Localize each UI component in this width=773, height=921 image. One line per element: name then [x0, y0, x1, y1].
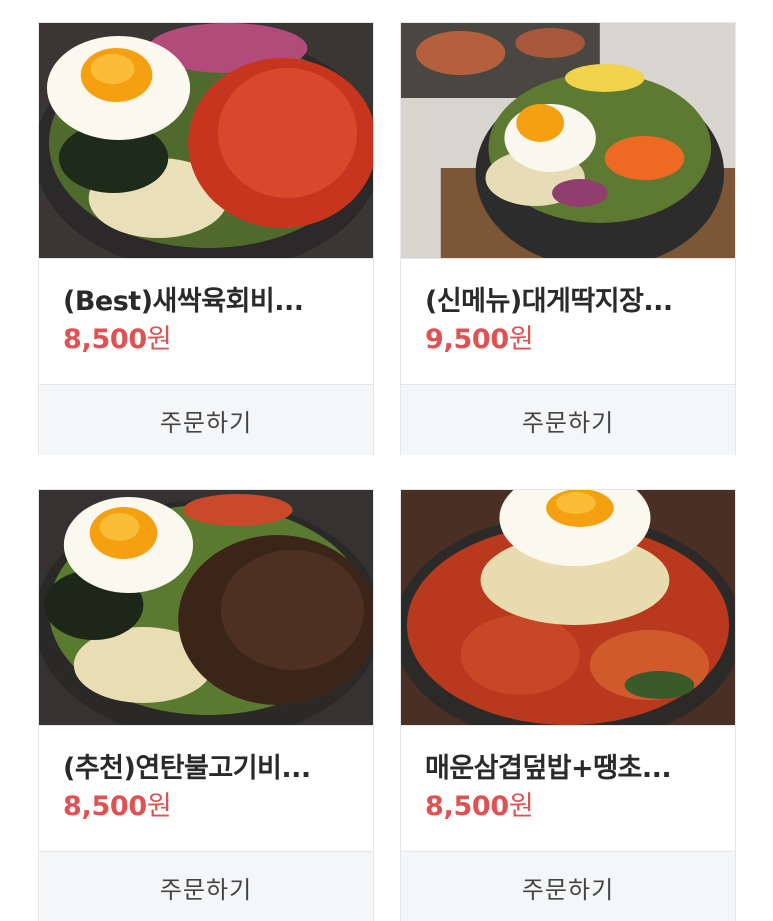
product-info: 매운삼겹덮밥+땡초... 8,500원: [401, 725, 735, 851]
product-title[interactable]: 매운삼겹덮밥+땡초...: [425, 752, 735, 786]
price-currency: 원: [146, 791, 172, 822]
order-button[interactable]: 주문하기: [39, 851, 373, 921]
price-currency: 원: [508, 791, 534, 822]
price-currency: 원: [508, 324, 534, 355]
product-card[interactable]: (Best)새싹육회비... 8,500원 주문하기: [38, 22, 374, 455]
order-button[interactable]: 주문하기: [401, 851, 735, 921]
bibimbap-bulgogi-photo[interactable]: [39, 490, 373, 725]
product-info: (추천)연탄불고기비... 8,500원: [39, 725, 373, 851]
price-currency: 원: [146, 324, 172, 355]
product-title[interactable]: (Best)새싹육회비...: [63, 285, 373, 319]
price-value: 9,500: [425, 324, 509, 355]
order-button[interactable]: 주문하기: [401, 384, 735, 455]
product-card[interactable]: (추천)연탄불고기비... 8,500원 주문하기: [38, 489, 374, 921]
price-value: 8,500: [63, 791, 147, 822]
bibimbap-crab-photo[interactable]: [401, 23, 735, 258]
price-value: 8,500: [425, 791, 509, 822]
product-title[interactable]: (신메뉴)대게딱지장...: [425, 285, 735, 319]
product-price: 8,500원: [63, 790, 373, 824]
product-info: (신메뉴)대게딱지장... 9,500원: [401, 258, 735, 384]
bibimbap-yukhoe-photo[interactable]: [39, 23, 373, 258]
product-grid: (Best)새싹육회비... 8,500원 주문하기 (신메뉴)대게딱지장...…: [0, 0, 773, 921]
price-value: 8,500: [63, 324, 147, 355]
product-info: (Best)새싹육회비... 8,500원: [39, 258, 373, 384]
product-price: 9,500원: [425, 323, 735, 357]
product-title[interactable]: (추천)연탄불고기비...: [63, 752, 373, 786]
product-card[interactable]: 매운삼겹덮밥+땡초... 8,500원 주문하기: [400, 489, 736, 921]
product-price: 8,500원: [425, 790, 735, 824]
product-price: 8,500원: [63, 323, 373, 357]
spicy-pork-rice-bowl-photo[interactable]: [401, 490, 735, 725]
product-card[interactable]: (신메뉴)대게딱지장... 9,500원 주문하기: [400, 22, 736, 455]
order-button[interactable]: 주문하기: [39, 384, 373, 455]
